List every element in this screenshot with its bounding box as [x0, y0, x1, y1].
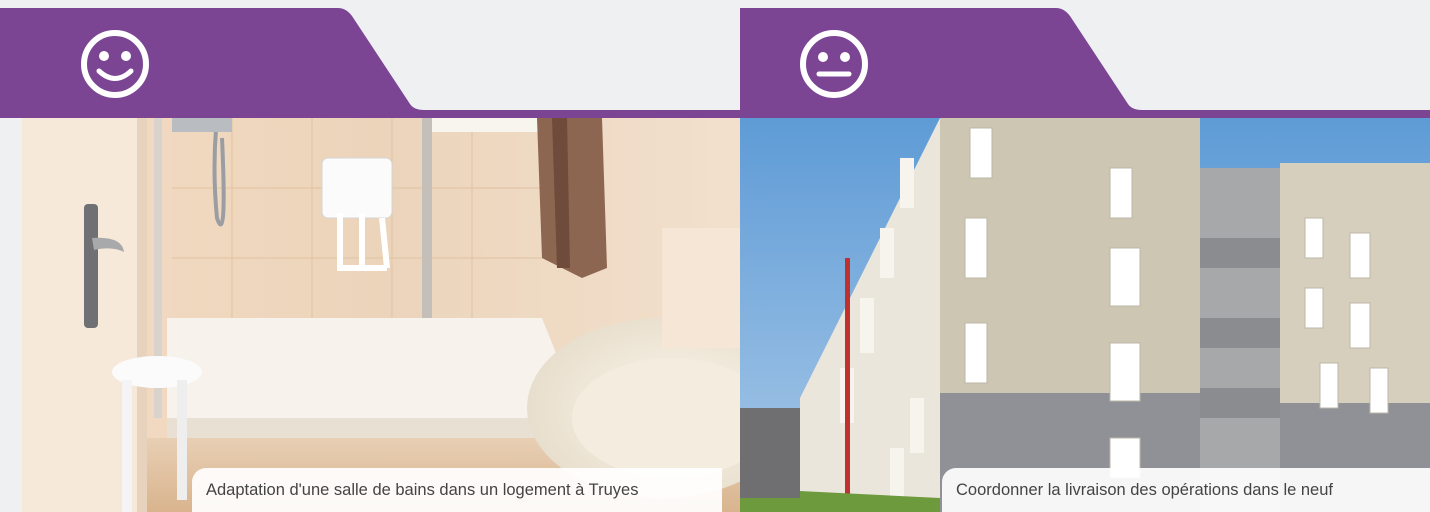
smiling-face-icon	[81, 30, 149, 98]
bathroom-shower-photo	[22, 118, 740, 512]
card-caption: Adaptation d'une salle de bains dans un …	[192, 468, 722, 512]
project-card-building[interactable]: Coordonner la livraison des opérations d…	[740, 0, 1430, 512]
project-card-bathroom[interactable]: Adaptation d'une salle de bains dans un …	[0, 0, 740, 512]
neutral-face-icon	[800, 30, 868, 98]
card-caption: Coordonner la livraison des opérations d…	[942, 468, 1430, 512]
apartment-building-photo	[740, 118, 1430, 512]
